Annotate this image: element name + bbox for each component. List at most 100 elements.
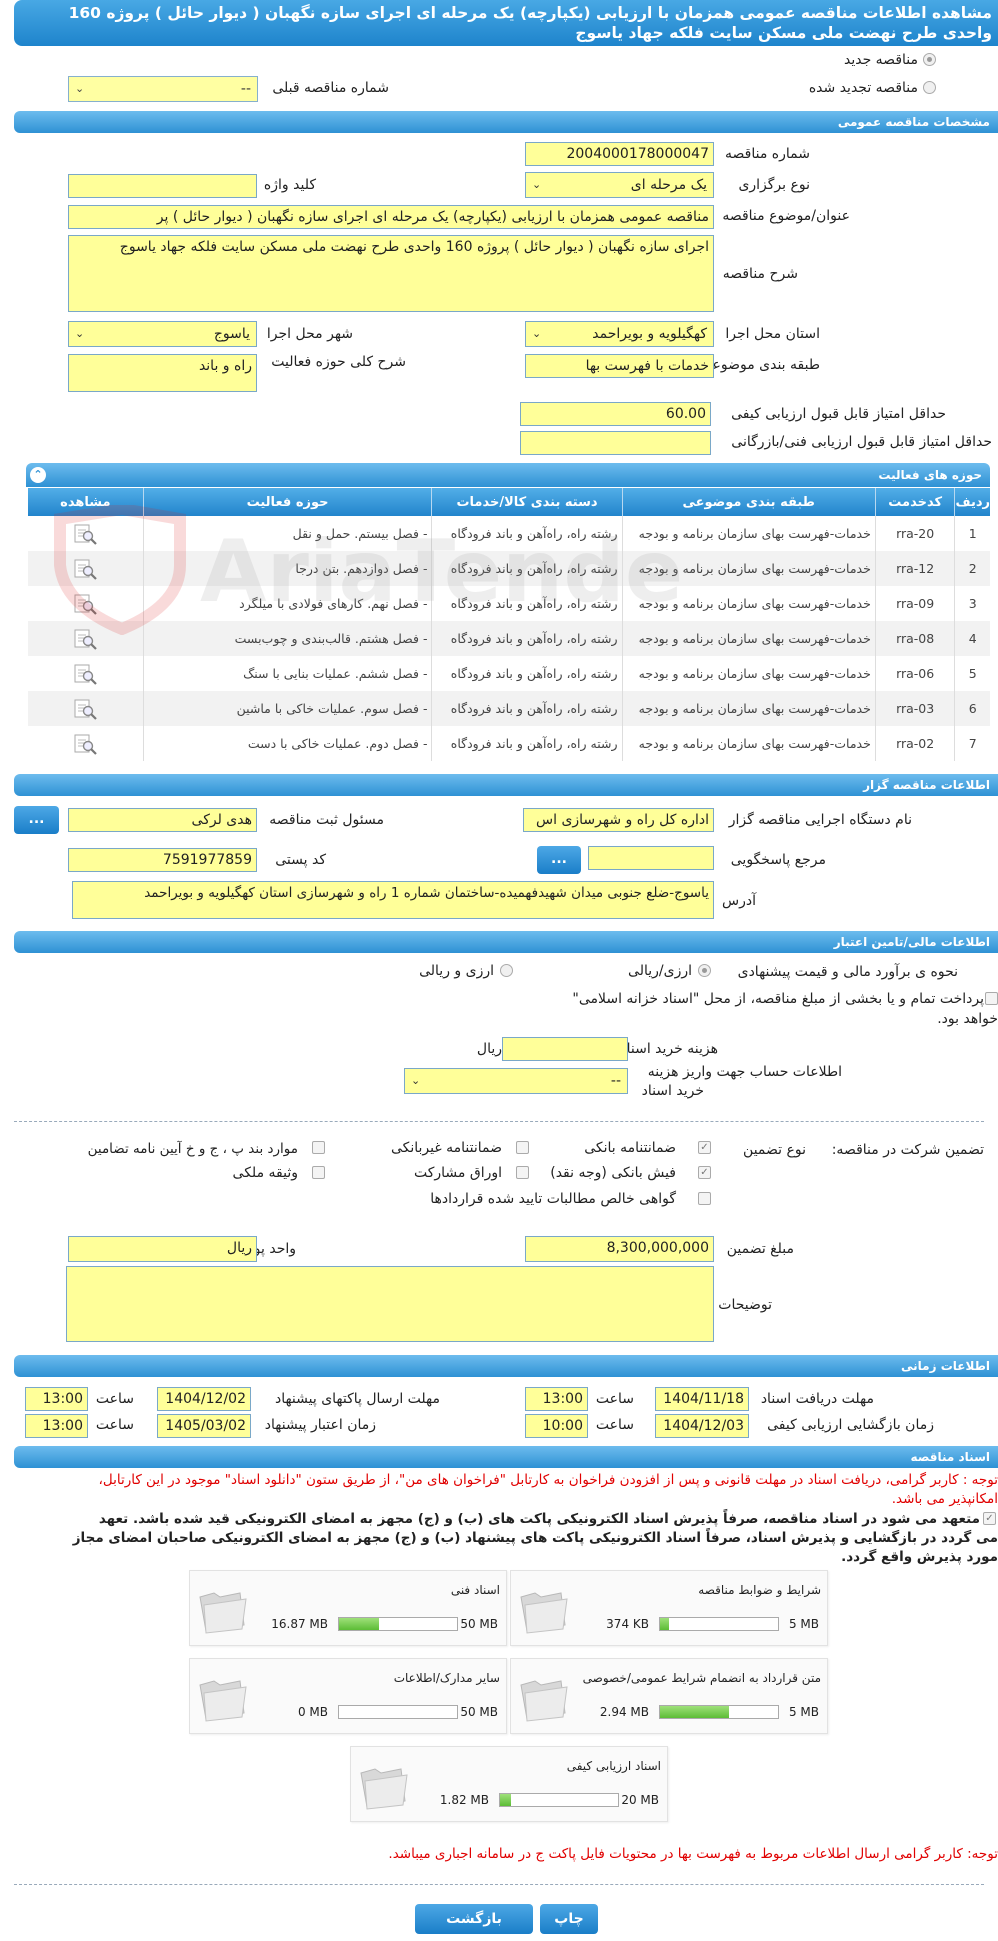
row-number: 1 xyxy=(954,516,990,551)
submit-deadline-time[interactable]: 13:00 xyxy=(25,1387,88,1411)
validity-date[interactable]: 1405/03/02 xyxy=(157,1414,251,1438)
postal-code-field[interactable]: 7591977859 xyxy=(68,848,257,872)
validity-time[interactable]: 13:00 xyxy=(25,1414,88,1438)
document-card[interactable]: شرایط و ضوابط مناقصه 5 MB 374 KB xyxy=(510,1570,828,1646)
view-cell[interactable] xyxy=(28,551,144,586)
activity-desc-label: شرح کلی حوزه فعالیت xyxy=(271,354,406,370)
document-card[interactable]: سایر مدارک/اطلاعات 50 MB 0 MB xyxy=(189,1658,507,1734)
activity-desc-field[interactable]: راه و باند xyxy=(68,354,257,392)
address-field[interactable]: یاسوج-ضلع جنوبی میدان شهیدفهمیده-ساختمان… xyxy=(72,881,714,919)
doc-deadline-time[interactable]: 13:00 xyxy=(525,1387,588,1411)
province-select[interactable]: کهگیلویه و بویراحمد ⌄ xyxy=(525,321,714,347)
print-button[interactable]: چاپ xyxy=(540,1904,598,1934)
tender-number-field[interactable]: 2004000178000047 xyxy=(525,142,714,166)
organizer-name-field[interactable]: اداره کل راه و شهرسازی اس xyxy=(523,808,714,832)
row-category: خدمات-فهرست بهای سازمان برنامه و بودجه xyxy=(621,691,876,726)
document-card[interactable]: متن قرارداد به انضمام شرایط عمومی/خصوصی … xyxy=(510,1658,828,1734)
col-field: حوزه فعالیت xyxy=(142,488,432,516)
description-field[interactable]: اجرای سازه نگهبان ( دیوار حائل ) پروژه 1… xyxy=(68,235,714,312)
account-select[interactable]: -- ⌄ xyxy=(404,1068,628,1094)
prev-number-select[interactable]: -- ⌄ xyxy=(68,76,258,102)
bank-guarantee-checkbox[interactable]: ✓ xyxy=(698,1141,711,1154)
opening-time[interactable]: 10:00 xyxy=(525,1414,588,1438)
doc-fee-field[interactable] xyxy=(502,1037,628,1061)
guarantee-amount-field[interactable]: 8,300,000,000 xyxy=(525,1236,714,1262)
bonds-checkbox[interactable] xyxy=(516,1166,529,1179)
view-document-icon[interactable] xyxy=(72,593,98,615)
doc-deadline-date[interactable]: 1404/11/18 xyxy=(655,1387,749,1411)
row-number: 4 xyxy=(954,621,990,656)
view-cell[interactable] xyxy=(28,726,143,761)
chevron-down-icon: ⌄ xyxy=(532,327,542,340)
property-checkbox[interactable] xyxy=(312,1166,325,1179)
category-field[interactable]: خدمات با فهرست بها xyxy=(525,354,714,378)
table-row: 7 rra-02 خدمات-فهرست بهای سازمان برنامه … xyxy=(28,726,990,761)
subject-field[interactable]: مناقصه عمومی همزمان با ارزیابی (یکپارچه)… xyxy=(68,205,714,229)
nonbank-guarantee-checkbox[interactable] xyxy=(516,1141,529,1154)
row-group: رشته راه، راه‌آهن و باند فرودگاه xyxy=(431,621,623,656)
commitment-checkbox[interactable]: ✓ xyxy=(983,1512,996,1525)
organizer-name-label: نام دستگاه اجرایی مناقصه گزار xyxy=(728,812,912,828)
bonds-label: اوراق مشارکت xyxy=(413,1165,502,1181)
holding-type-select[interactable]: یک مرحله ای ⌄ xyxy=(525,172,714,198)
cash-check-checkbox[interactable]: ✓ xyxy=(698,1166,711,1179)
view-cell[interactable] xyxy=(28,586,143,621)
folder-icon xyxy=(199,1592,247,1634)
row-category: خدمات-فهرست بهای سازمان برنامه و بودجه xyxy=(621,586,876,621)
size-progress-bar xyxy=(499,1793,619,1807)
treasury-checkbox[interactable] xyxy=(985,992,998,1005)
view-document-icon[interactable] xyxy=(72,698,98,720)
size-progress-fill xyxy=(339,1618,379,1630)
notes-label: توضیحات xyxy=(718,1297,772,1313)
currency-field[interactable]: ریال xyxy=(68,1236,257,1262)
new-tender-radio[interactable] xyxy=(923,53,936,66)
collapse-icon[interactable]: ⌃ xyxy=(30,467,46,483)
row-number: 3 xyxy=(954,586,990,621)
view-document-icon[interactable] xyxy=(72,558,98,580)
keyword-field[interactable] xyxy=(68,174,257,198)
registrar-field[interactable]: هدی لرکی xyxy=(68,808,257,832)
new-tender-label: مناقصه جدید xyxy=(843,52,918,68)
view-document-icon[interactable] xyxy=(72,523,98,545)
net-claims-checkbox[interactable] xyxy=(698,1192,711,1205)
general-section-header: مشخصات مناقصه عمومی xyxy=(14,111,998,133)
holding-type-label: نوع برگزاری xyxy=(738,177,810,193)
row-field: - فصل نهم. کارهای فولادی با میلگرد xyxy=(142,586,432,621)
reference-more-button[interactable]: ... xyxy=(537,846,581,874)
size-progress-bar xyxy=(659,1617,779,1631)
financial-section-header: اطلاعات مالی/تامین اعتبار xyxy=(14,931,998,953)
view-document-icon[interactable] xyxy=(72,663,98,685)
view-document-icon[interactable] xyxy=(72,733,98,755)
min-quality-field[interactable]: 60.00 xyxy=(520,402,711,426)
renewed-tender-radio[interactable] xyxy=(923,81,936,94)
description-label: شرح مناقصه xyxy=(722,266,798,282)
row-group: رشته راه، راه‌آهن و باند فرودگاه xyxy=(431,691,623,726)
fx-radio[interactable] xyxy=(698,964,711,977)
view-cell[interactable] xyxy=(28,656,143,691)
clauses-checkbox[interactable] xyxy=(312,1141,325,1154)
fx-rial-label: ارزی و ریالی xyxy=(419,963,494,979)
view-cell[interactable] xyxy=(28,516,143,551)
registrar-more-button[interactable]: ... xyxy=(14,806,59,834)
reference-field[interactable] xyxy=(588,846,714,870)
price-list-notice: توجه: کاربر گرامی ارسال اطلاعات مربوط به… xyxy=(388,1846,998,1862)
nonbank-guarantee-label: ضمانتنامه غیربانکی xyxy=(390,1140,502,1156)
cash-check-label: فیش بانکی (وجه نقد) xyxy=(550,1165,676,1181)
view-cell[interactable] xyxy=(28,691,144,726)
document-card[interactable]: اسناد فنی 50 MB 16.87 MB xyxy=(189,1570,507,1646)
commitment-line1: متعهد می شود در اسناد مناقصه، صرفاً پذیر… xyxy=(98,1511,980,1527)
opening-date[interactable]: 1404/12/03 xyxy=(655,1414,749,1438)
back-button[interactable]: بازگشت xyxy=(415,1904,533,1934)
timing-section-header: اطلاعات زمانی xyxy=(14,1355,998,1377)
document-card[interactable]: اسناد ارزیابی کیفی 20 MB 1.82 MB xyxy=(350,1746,668,1822)
notes-field[interactable] xyxy=(66,1266,714,1342)
view-cell[interactable] xyxy=(28,621,144,656)
view-document-icon[interactable] xyxy=(72,628,98,650)
city-select[interactable]: یاسوج ⌄ xyxy=(68,321,257,347)
size-progress-fill xyxy=(660,1618,669,1630)
download-notice-line2: امکانپذیر می باشد. xyxy=(891,1491,998,1507)
submit-deadline-date[interactable]: 1404/12/02 xyxy=(157,1387,251,1411)
fx-rial-radio[interactable] xyxy=(500,964,513,977)
min-tech-field[interactable] xyxy=(520,431,711,455)
size-progress-bar xyxy=(338,1705,458,1719)
